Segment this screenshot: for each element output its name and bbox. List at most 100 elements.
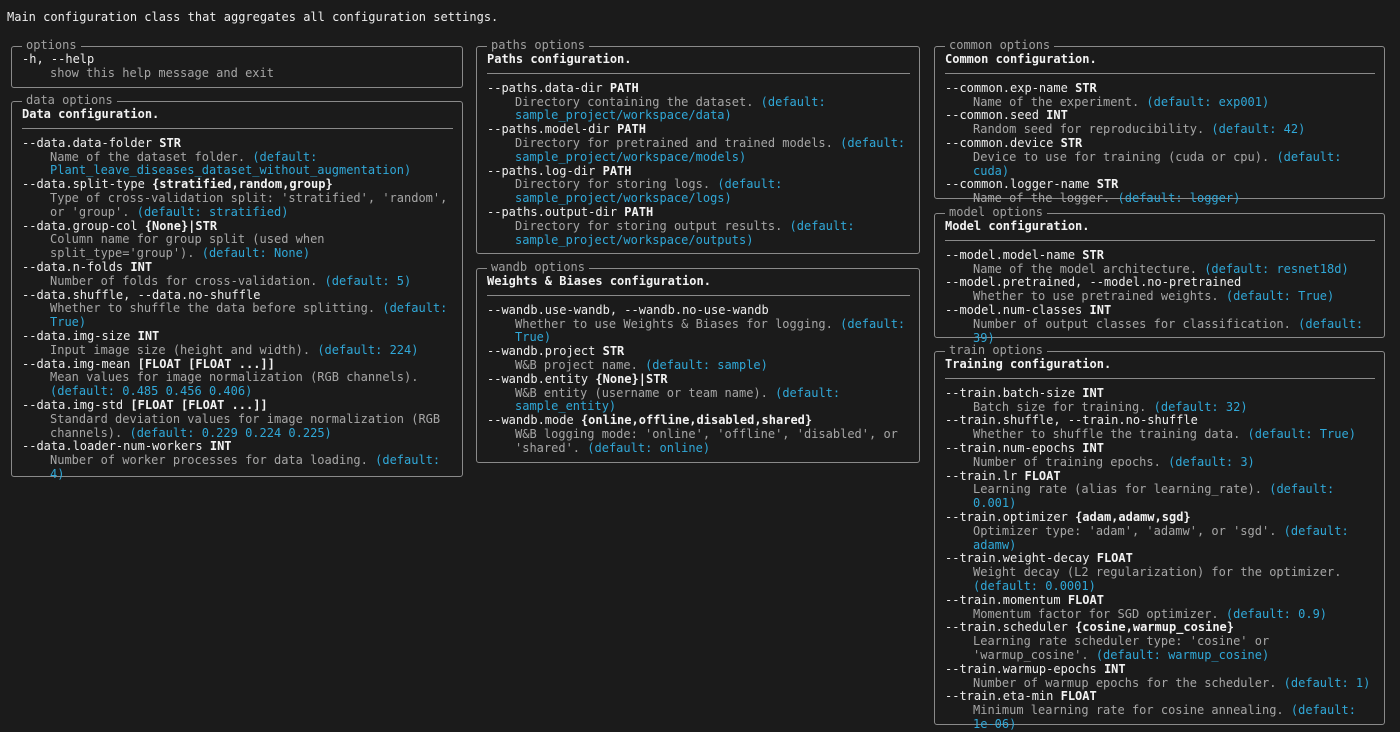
option-row: --data.loader-num-workers INT Number of w…: [22, 439, 453, 482]
option-help: Input image size (height and width). (de…: [22, 343, 453, 358]
help-text: Mean values for image normalization (RGB…: [50, 370, 419, 385]
help-text: W&B project name.: [515, 357, 638, 372]
flag-metavar: STR: [602, 344, 625, 359]
option-row: --common.exp-name STR Name of the experim…: [945, 80, 1375, 110]
option-help: Optimizer type: 'adam', 'adamw', or 'sgd…: [945, 524, 1375, 553]
option-help: Number of folds for cross-validation. (d…: [22, 274, 453, 289]
flag-name: --data.shuffle, --data.no-shuffle: [22, 287, 261, 302]
option-help: Type of cross-validation split: 'stratif…: [22, 191, 453, 220]
flag-name: --common.seed: [945, 108, 1039, 123]
option-row: --data.data-folder STR Name of the datase…: [22, 135, 453, 178]
option-help: Directory for storing output results. (d…: [487, 219, 910, 248]
option-row: --train.shuffle, --train.no-shuffle Wheth…: [945, 413, 1375, 442]
option-flag: --data.split-type {stratified,random,gro…: [22, 177, 453, 192]
option-flag: --data.n-folds INT: [22, 260, 453, 275]
option-flag: --train.eta-min FLOAT: [945, 689, 1375, 704]
option-flag: --model.model-name STR: [945, 248, 1375, 263]
common-description: Common configuration.: [945, 52, 1097, 66]
option-row: --paths.model-dir PATH Directory for pret…: [487, 122, 910, 164]
wandb-description: Weights & Biases configuration.: [487, 274, 711, 288]
option-help: Weight decay (L2 regularization) for the…: [945, 565, 1375, 594]
flag-name: -h, --help: [22, 52, 95, 66]
flag-metavar: FLOAT: [1096, 551, 1133, 566]
option-help: Column name for group split (used when s…: [22, 233, 453, 261]
flag-name: --data.img-size: [22, 328, 131, 343]
help-text: Whether to use Weights & Biases for logg…: [515, 316, 833, 331]
option-flag: --paths.data-dir PATH: [487, 80, 910, 96]
option-help: Random seed for reproducibility. (defaul…: [945, 122, 1375, 137]
option-flag: --train.batch-size INT: [945, 386, 1375, 401]
flag-metavar: STR: [1060, 135, 1083, 150]
help-text: show this help message and exit: [50, 65, 274, 80]
option-row: --train.warmup-epochs INT Number of warmu…: [945, 661, 1375, 691]
option-flag: --train.optimizer {adam,adamw,sgd}: [945, 509, 1375, 525]
option-help: Directory for storing logs. (default: sa…: [487, 177, 910, 206]
option-help: Learning rate scheduler type: 'cosine' o…: [945, 634, 1375, 663]
flag-metavar: PATH: [602, 163, 632, 178]
flag-metavar: [FLOAT [FLOAT ...]]: [137, 356, 275, 371]
option-row: --paths.log-dir PATH Directory for storin…: [487, 163, 910, 206]
flag-metavar: {adam,adamw,sgd}: [1075, 509, 1191, 524]
flag-name: --train.warmup-epochs: [945, 661, 1097, 676]
divider: [487, 72, 910, 74]
option-flag: --paths.model-dir PATH: [487, 122, 910, 137]
help-text: Momentum factor for SGD optimizer.: [973, 606, 1219, 621]
option-row: --train.lr FLOAT Learning rate (alias for…: [945, 468, 1375, 511]
divider: [945, 377, 1375, 379]
option-flag: --model.num-classes INT: [945, 302, 1375, 318]
option-help: Name of the model architecture. (default…: [945, 261, 1375, 277]
common-options-list: --common.exp-name STR Name of the experim…: [945, 80, 1375, 206]
flag-name: --common.logger-name: [945, 177, 1090, 192]
option-row: --data.split-type {stratified,random,gro…: [22, 177, 453, 220]
flag-metavar: STR: [1075, 80, 1097, 95]
flag-name: --train.optimizer: [945, 509, 1068, 524]
flag-name: --train.momentum: [945, 592, 1061, 607]
help-text: Name of the dataset folder.: [50, 149, 246, 164]
help-text: Number of warmup epochs for the schedule…: [973, 675, 1277, 690]
flag-metavar: FLOAT: [1024, 468, 1061, 483]
default-value: (default: warmup_cosine): [1095, 647, 1270, 662]
option-row: --train.optimizer {adam,adamw,sgd} Optimi…: [945, 509, 1375, 553]
option-row: --paths.data-dir PATH Directory containin…: [487, 80, 910, 124]
option-help: W&B project name. (default: sample): [487, 357, 910, 373]
option-help: Directory containing the dataset. (defau…: [487, 95, 910, 124]
help-text: Name of the experiment.: [973, 94, 1140, 109]
default-value: (default: True): [1225, 289, 1335, 304]
flag-metavar: STR: [159, 135, 181, 150]
model-options-title: model options: [945, 205, 1047, 220]
default-value: (default: 0.229 0.224 0.225): [129, 425, 332, 440]
option-help: Minimum learning rate for cosine anneali…: [945, 703, 1375, 732]
option-flag: --train.momentum FLOAT: [945, 592, 1375, 608]
option-row: --data.shuffle, --data.no-shuffle Whether…: [22, 287, 453, 330]
paths-options-list: --paths.data-dir PATH Directory containin…: [487, 80, 910, 248]
option-help: Number of worker processes for data load…: [22, 453, 453, 482]
option-help: Whether to use pretrained weights. (defa…: [945, 289, 1375, 304]
flag-metavar: {None}|STR: [144, 218, 218, 233]
option-flag: --paths.output-dir PATH: [487, 205, 910, 220]
flag-name: --paths.data-dir: [487, 80, 603, 95]
option-help: Standard deviation values for image norm…: [22, 412, 453, 441]
default-value: (default: 0.0001): [973, 578, 1096, 593]
train-options-title: train options: [945, 343, 1047, 358]
option-row: --train.scheduler {cosine,warmup_cosine}…: [945, 620, 1375, 663]
option-flag: --wandb.entity {None}|STR: [487, 372, 910, 387]
help-text: Whether to shuffle the data before split…: [50, 301, 376, 316]
option-flag: -h, --help: [22, 52, 453, 67]
flag-metavar: {online,offline,disabled,shared}: [580, 413, 813, 428]
help-text: Directory for pretrained and trained mod…: [515, 135, 833, 150]
option-row: --paths.output-dir PATH Directory for sto…: [487, 205, 910, 248]
option-flag: --data.img-size INT: [22, 328, 453, 344]
option-help: Momentum factor for SGD optimizer. (defa…: [945, 606, 1375, 622]
flag-metavar: INT: [1089, 302, 1112, 317]
divider: [22, 127, 453, 129]
option-flag: --model.pretrained, --model.no-pretraine…: [945, 275, 1375, 290]
default-value: (default: resnet18d): [1204, 261, 1349, 276]
wandb-options-panel: wandb options Weights & Biases configura…: [476, 260, 920, 463]
help-text: Whether to shuffle the training data.: [973, 427, 1241, 442]
option-help: Name of the logger. (default: logger): [945, 191, 1375, 206]
option-flag: --paths.log-dir PATH: [487, 163, 910, 179]
option-row: --train.momentum FLOAT Momentum factor fo…: [945, 592, 1375, 622]
flag-metavar: INT: [1082, 440, 1104, 455]
flag-name: --data.data-folder: [22, 135, 153, 150]
option-row: --model.pretrained, --model.no-pretraine…: [945, 275, 1375, 304]
